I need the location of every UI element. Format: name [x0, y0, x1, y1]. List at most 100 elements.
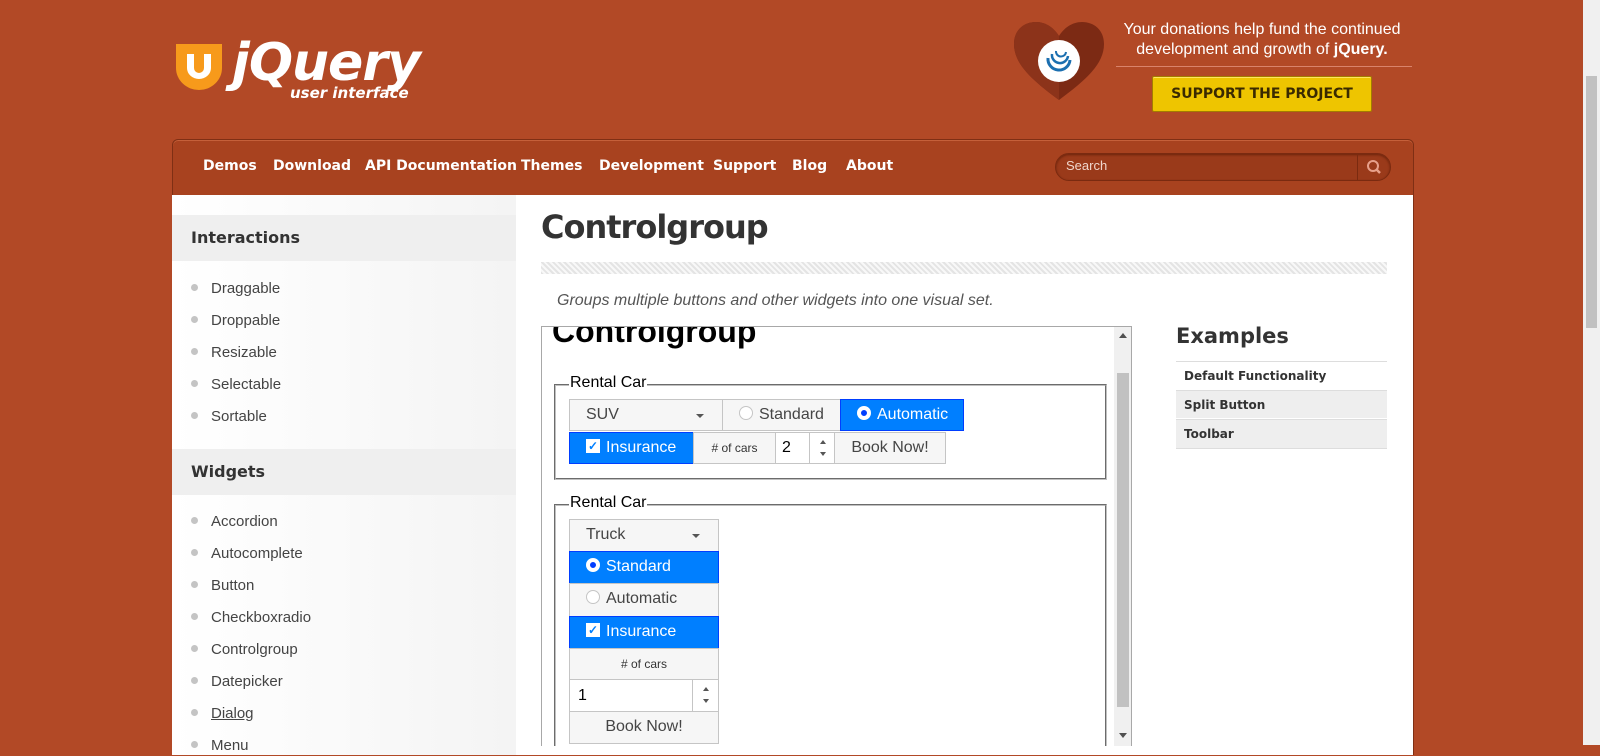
- bullet-icon: [191, 379, 198, 387]
- sidebar-item-label: Checkboxradio: [211, 609, 312, 626]
- spinner-down-icon[interactable]: [703, 699, 709, 703]
- bullet-icon: [191, 516, 198, 524]
- window-scrollbar-thumb[interactable]: [1586, 76, 1597, 328]
- nav-item-download[interactable]: Download: [273, 139, 351, 194]
- radio-selected-icon: [586, 557, 600, 572]
- sidebar-item-label: Datepicker: [211, 673, 283, 690]
- sidebar-item-selectable[interactable]: Selectable: [191, 375, 281, 395]
- radio-automatic[interactable]: Automatic: [840, 399, 964, 431]
- nav-item-about[interactable]: About: [846, 139, 893, 194]
- fieldset-legend: Rental Car: [569, 494, 648, 512]
- nav-item-themes[interactable]: Themes: [521, 139, 582, 194]
- logo-subtitle: user interface: [290, 84, 409, 102]
- search-button[interactable]: [1357, 154, 1390, 180]
- nav-item-demos[interactable]: Demos: [203, 139, 257, 194]
- cars-label: # of cars: [620, 657, 668, 671]
- fieldset-legend: Rental Car: [569, 374, 648, 392]
- bullet-icon: [191, 740, 198, 748]
- radio-selected-icon: [857, 405, 871, 420]
- cars-label-box: # of cars: [693, 432, 776, 464]
- nav-item-blog[interactable]: Blog: [792, 139, 827, 194]
- sidebar-item-dialog[interactable]: Dialog: [191, 704, 254, 724]
- radio-icon: [586, 589, 600, 604]
- cars-label: # of cars: [711, 441, 758, 455]
- nav-item-development[interactable]: Development: [599, 139, 704, 194]
- demo-scrollbar-thumb[interactable]: [1117, 373, 1129, 707]
- demo-frame[interactable]: Controlgroup Rental Car SUV Standard Aut…: [541, 326, 1132, 746]
- spinner-up-icon[interactable]: [703, 687, 709, 691]
- example-split-button[interactable]: Split Button: [1176, 390, 1387, 418]
- sidebar-item-label: Sortable: [211, 408, 267, 425]
- sidebar-item-label: Resizable: [211, 344, 277, 361]
- radio-standard[interactable]: Standard: [569, 551, 719, 584]
- cars-spinner-arrows[interactable]: [692, 680, 718, 711]
- bullet-icon: [191, 347, 198, 355]
- sidebar-item-label: Droppable: [211, 312, 281, 329]
- sidebar-heading-interactions: Interactions: [191, 228, 301, 247]
- book-now-label: Book Now!: [851, 439, 929, 456]
- book-now-label: Book Now!: [605, 718, 683, 735]
- sidebar-item-accordion[interactable]: Accordion: [191, 512, 278, 532]
- radio-automatic-label: Automatic: [877, 406, 949, 423]
- sidebar-item-datepicker[interactable]: Datepicker: [191, 672, 283, 692]
- title-divider: [541, 262, 1387, 274]
- cars-spinner-arrows[interactable]: [809, 433, 835, 463]
- sidebar-item-label: Dialog: [211, 705, 254, 722]
- bullet-icon: [191, 676, 198, 684]
- radio-standard[interactable]: Standard: [722, 399, 841, 431]
- sidebar-item-label: Selectable: [211, 376, 282, 393]
- search-icon: [1367, 160, 1381, 174]
- page-title: Controlgroup: [541, 208, 769, 246]
- sidebar-item-button[interactable]: Button: [191, 576, 254, 596]
- nav-item-support[interactable]: Support: [713, 139, 776, 194]
- spinner-up-icon[interactable]: [820, 440, 826, 444]
- bullet-icon: [191, 612, 198, 620]
- sidebar-item-label: Autocomplete: [211, 545, 303, 562]
- sidebar-item-controlgroup[interactable]: Controlgroup: [191, 640, 298, 660]
- car-type-select[interactable]: SUV: [569, 399, 723, 431]
- insurance-checkbox[interactable]: ✓ Insurance: [569, 616, 719, 649]
- insurance-checkbox[interactable]: ✓ Insurance: [569, 432, 694, 464]
- sidebar-item-autocomplete[interactable]: Autocomplete: [191, 544, 303, 564]
- bullet-icon: [191, 644, 198, 652]
- jquery-ui-logo-icon: [176, 44, 222, 90]
- sidebar-item-checkboxradio[interactable]: Checkboxradio: [191, 608, 311, 628]
- page-description: Groups multiple buttons and other widget…: [557, 292, 994, 309]
- examples-heading: Examples: [1176, 324, 1289, 348]
- scroll-up-icon[interactable]: [1119, 333, 1127, 338]
- insurance-label: Insurance: [606, 439, 677, 456]
- chevron-down-icon: [696, 414, 704, 418]
- sidebar-item-sortable[interactable]: Sortable: [191, 407, 267, 427]
- sidebar-item-menu[interactable]: Menu: [191, 736, 249, 756]
- demo-scrollbar[interactable]: [1114, 327, 1131, 746]
- radio-icon: [739, 405, 753, 420]
- donation-brand: jQuery.: [1333, 41, 1388, 58]
- donation-line-2: development and growth of jQuery.: [1112, 40, 1412, 60]
- car-type-select[interactable]: Truck: [569, 519, 719, 552]
- spinner-down-icon[interactable]: [820, 452, 826, 456]
- bullet-icon: [191, 283, 198, 291]
- radio-automatic[interactable]: Automatic: [569, 583, 719, 617]
- support-project-button[interactable]: SUPPORT THE PROJECT: [1152, 76, 1372, 112]
- nav-item-api-documentation[interactable]: API Documentation: [365, 139, 517, 194]
- sidebar-item-draggable[interactable]: Draggable: [191, 279, 280, 299]
- sidebar-item-label: Controlgroup: [211, 641, 298, 658]
- sidebar-item-droppable[interactable]: Droppable: [191, 311, 280, 331]
- sidebar-item-resizable[interactable]: Resizable: [191, 343, 277, 363]
- radio-standard-label: Standard: [606, 558, 671, 575]
- book-now-button[interactable]: Book Now!: [834, 432, 946, 464]
- donation-message: Your donations help fund the continued d…: [1112, 20, 1412, 60]
- donation-line-1: Your donations help fund the continued: [1123, 21, 1401, 38]
- scroll-down-icon[interactable]: [1119, 733, 1127, 738]
- demo-heading: Controlgroup: [552, 326, 757, 349]
- example-toolbar[interactable]: Toolbar: [1176, 419, 1387, 449]
- radio-standard-label: Standard: [759, 406, 824, 423]
- donation-line-2-text: development and growth of: [1136, 41, 1330, 58]
- sidebar-item-label: Accordion: [211, 513, 278, 530]
- book-now-button[interactable]: Book Now!: [569, 711, 719, 744]
- chevron-down-icon: [692, 534, 700, 538]
- bullet-icon: [191, 708, 198, 716]
- search-placeholder: Search: [1066, 158, 1108, 173]
- cars-value: 1: [578, 687, 587, 704]
- example-default-functionality[interactable]: Default Functionality: [1176, 361, 1387, 389]
